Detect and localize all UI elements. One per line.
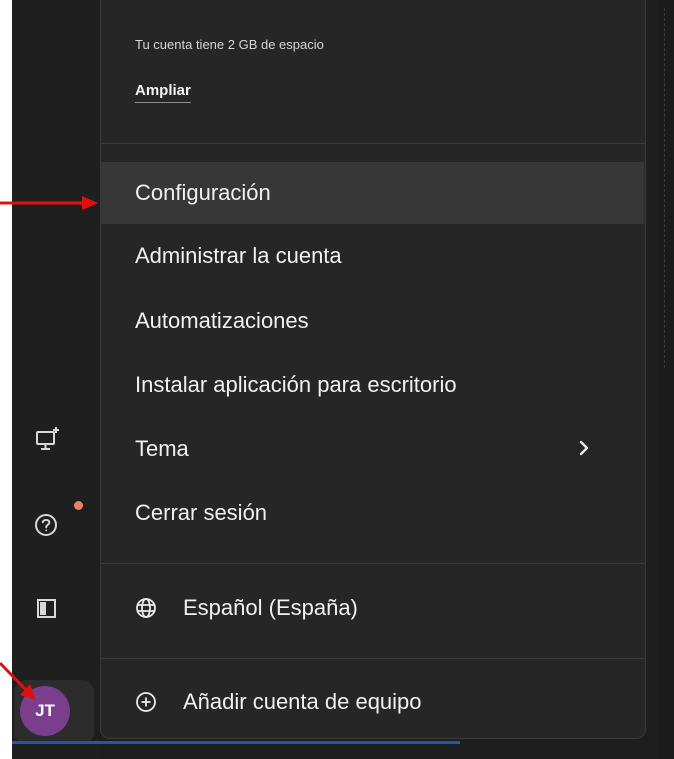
bottom-accent-bar: [12, 741, 460, 744]
content-edge: [658, 0, 674, 759]
menu-item-label: Administrar la cuenta: [135, 243, 342, 268]
globe-icon: [135, 597, 157, 619]
menu-item-label: Instalar aplicación para escritorio: [135, 372, 457, 397]
menu-item-label: Tema: [135, 436, 189, 461]
add-circle-icon: [135, 691, 157, 713]
content-edge-line: [664, 8, 665, 368]
menu-item-label: Configuración: [135, 180, 271, 205]
expand-storage-link[interactable]: Ampliar: [135, 82, 191, 103]
notification-dot: [74, 501, 83, 510]
menu-divider: [100, 658, 646, 659]
storage-info: Tu cuenta tiene 2 GB de espacio: [135, 37, 324, 52]
avatar[interactable]: JT: [20, 686, 70, 736]
menu-divider: [100, 563, 646, 564]
menu-item-label: Automatizaciones: [135, 308, 309, 333]
menu-item-add-team-account[interactable]: Añadir cuenta de equipo: [101, 671, 644, 733]
panel-toggle-icon[interactable]: [32, 593, 62, 623]
menu-item-install-desktop-app[interactable]: Instalar aplicación para escritorio: [101, 354, 644, 416]
menu-item-label: Cerrar sesión: [135, 500, 268, 525]
menu-item-automations[interactable]: Automatizaciones: [101, 290, 644, 352]
menu-item-settings[interactable]: Configuración: [101, 162, 644, 224]
language-label: Español (España): [183, 595, 358, 620]
chevron-right-icon: [574, 436, 594, 460]
menu-item-theme[interactable]: Tema: [101, 418, 644, 480]
menu-divider: [100, 143, 646, 144]
menu-item-sign-out[interactable]: Cerrar sesión: [101, 482, 644, 544]
sidebar: [12, 0, 98, 759]
desktop-add-icon[interactable]: [32, 424, 62, 454]
menu-item-manage-account[interactable]: Administrar la cuenta: [101, 225, 644, 287]
help-icon[interactable]: [32, 509, 62, 539]
menu-item-language[interactable]: Español (España): [101, 577, 644, 639]
add-team-account-label: Añadir cuenta de equipo: [183, 689, 422, 714]
